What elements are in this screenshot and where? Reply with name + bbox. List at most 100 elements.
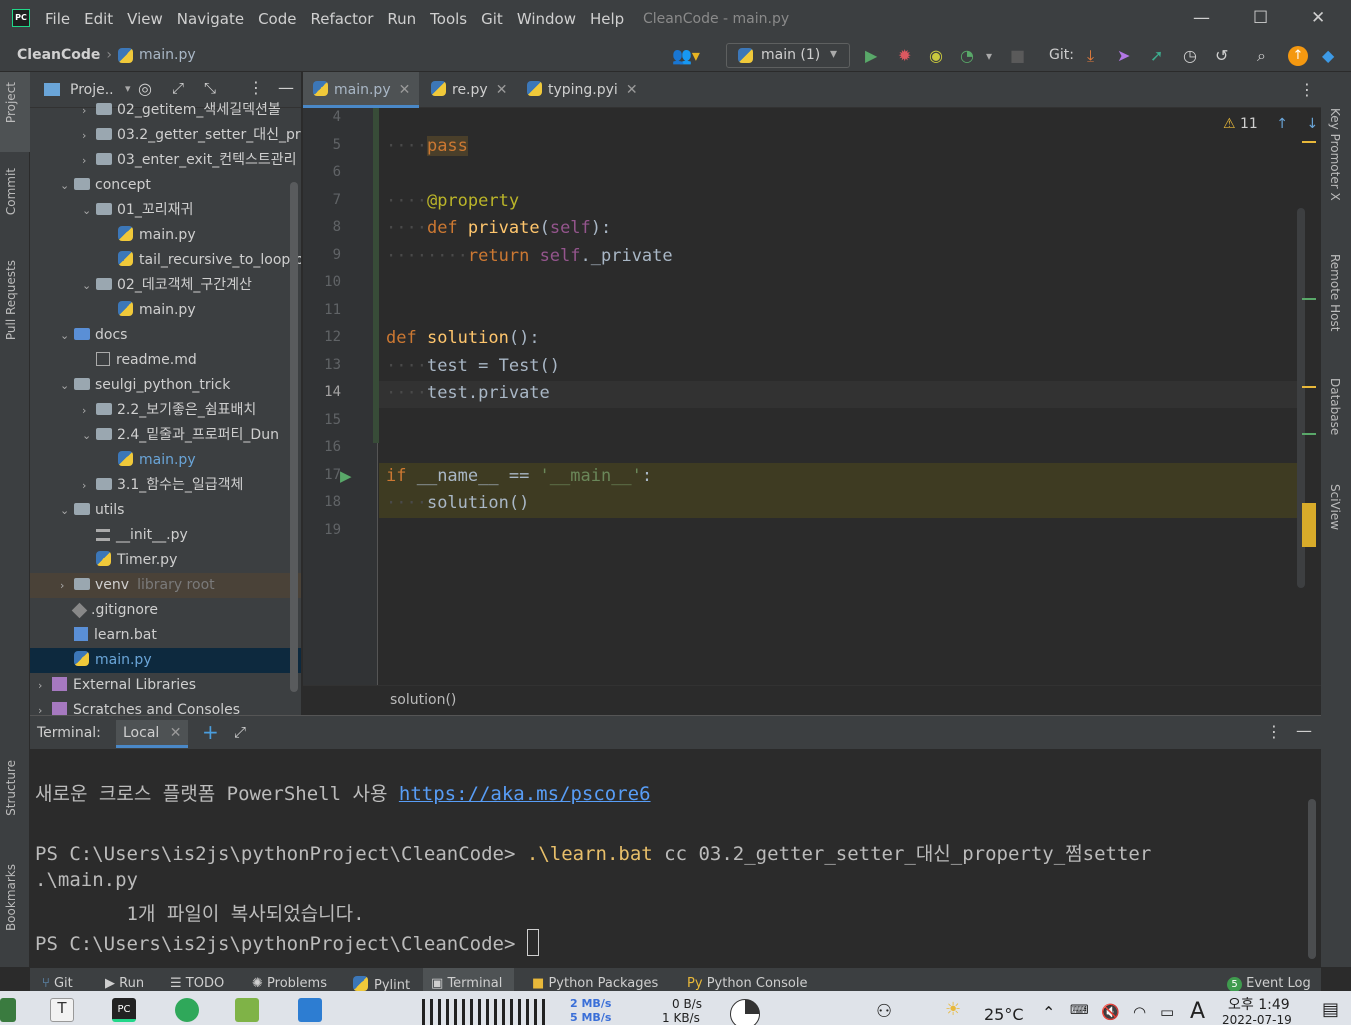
menu-refactor[interactable]: Refactor xyxy=(310,10,373,28)
close-tab-icon[interactable]: ✕ xyxy=(626,82,638,98)
terminal-scrollbar[interactable] xyxy=(1308,799,1316,959)
chevron-right-icon[interactable]: › xyxy=(38,698,52,715)
code-with-me-icon[interactable]: ◆ xyxy=(1322,46,1334,65)
menu-git[interactable]: Git xyxy=(481,10,503,28)
chevron-down-icon[interactable]: ⌄ xyxy=(82,273,96,298)
breadcrumb-project[interactable]: CleanCode xyxy=(17,47,100,63)
keyboard-icon[interactable]: ⌨ xyxy=(1070,1003,1089,1018)
breadcrumb-file[interactable]: main.py xyxy=(139,47,196,63)
user-icon[interactable]: 👥▾ xyxy=(672,46,700,65)
tool-run[interactable]: ▶ Run xyxy=(105,976,144,991)
menu-code[interactable]: Code xyxy=(258,10,296,28)
stop-icon[interactable]: ■ xyxy=(1010,46,1025,65)
profile-icon[interactable]: ◔ xyxy=(960,46,974,65)
git-history-icon[interactable]: ◷ xyxy=(1183,46,1197,65)
tool-event-log[interactable]: 5 Event Log xyxy=(1227,976,1311,992)
tree-item[interactable]: ⌄ concept xyxy=(30,173,301,198)
terminal-link[interactable]: https://aka.ms/pscore6 xyxy=(399,783,651,805)
menu-edit[interactable]: Edit xyxy=(84,10,113,28)
people-icon[interactable]: ⚇ xyxy=(876,1001,892,1022)
terminal-tab-local[interactable]: Local ✕ xyxy=(116,720,189,748)
terminal-output[interactable]: 새로운 크로스 플랫폼 PowerShell 사용 https://aka.ms… xyxy=(30,749,1321,967)
tool-terminal[interactable]: ▣ Terminal xyxy=(423,968,515,992)
tool-window-project[interactable]: Project xyxy=(4,82,18,123)
tool-window-structure[interactable]: Structure xyxy=(4,760,18,816)
ime-indicator[interactable]: A xyxy=(1190,999,1205,1024)
chevron-right-icon[interactable]: › xyxy=(82,398,96,423)
run-gutter-icon[interactable]: ▶ xyxy=(340,467,352,485)
project-scrollbar[interactable] xyxy=(290,182,298,692)
options-icon[interactable]: ⋮ xyxy=(248,78,264,97)
locate-file-icon[interactable]: ◎ xyxy=(138,79,152,98)
tree-item[interactable]: learn.bat xyxy=(30,623,301,648)
tool-problems[interactable]: ✺ Problems xyxy=(252,976,327,991)
close-tab-icon[interactable]: ✕ xyxy=(496,82,508,98)
tree-item[interactable]: __init__.py xyxy=(30,523,301,548)
terminal-options-icon[interactable]: ⋮ xyxy=(1266,722,1282,741)
menu-tools[interactable]: Tools xyxy=(430,10,467,28)
chevron-right-icon[interactable]: › xyxy=(82,123,96,148)
more-run-chevron-icon[interactable]: ▾ xyxy=(986,49,992,63)
chevron-down-icon[interactable]: ⌄ xyxy=(60,373,74,398)
chevron-right-icon[interactable]: › xyxy=(60,573,74,598)
tree-item[interactable]: Timer.py xyxy=(30,548,301,573)
minimize-icon[interactable]: — xyxy=(1193,8,1210,28)
tree-item[interactable]: ⌄ 02_데코객체_구간계산 xyxy=(30,273,301,298)
git-rollback-icon[interactable]: ↺ xyxy=(1215,46,1228,65)
menu-view[interactable]: View xyxy=(127,10,163,28)
chevron-down-icon[interactable]: ▾ xyxy=(125,82,131,95)
tree-item[interactable]: › 03.2_getter_setter_대신_pr xyxy=(30,123,301,148)
debug-icon[interactable]: ✹ xyxy=(898,46,911,65)
update-available-icon[interactable]: ↑ xyxy=(1288,46,1308,66)
tool-python-packages[interactable]: ■ Python Packages xyxy=(532,976,658,991)
chevron-down-icon[interactable]: ⌄ xyxy=(82,198,96,223)
chevron-down-icon[interactable]: ⌄ xyxy=(60,323,74,348)
chevron-down-icon[interactable]: ⌄ xyxy=(60,498,74,523)
tool-python-console[interactable]: Py Python Console xyxy=(687,976,808,991)
close-tab-icon[interactable]: ✕ xyxy=(170,725,182,741)
chevron-right-icon[interactable]: › xyxy=(82,98,96,123)
tab-options-icon[interactable]: ⋮ xyxy=(1299,80,1315,99)
tool-window-pull-requests[interactable]: Pull Requests xyxy=(4,260,18,340)
tree-item[interactable]: tail_recursive_to_loop.p xyxy=(30,248,301,273)
clock-time[interactable]: 오후 1:49 xyxy=(1228,994,1290,1014)
tool-git[interactable]: ⑂ Git xyxy=(42,976,73,991)
hide-panel-icon[interactable]: — xyxy=(278,78,294,97)
weather-temperature[interactable]: 25°C xyxy=(984,1005,1024,1024)
tree-item[interactable]: ⌄ docs xyxy=(30,323,301,348)
close-tab-icon[interactable]: ✕ xyxy=(399,82,411,98)
tree-item[interactable]: ⌄ 01_꼬리재귀 xyxy=(30,198,301,223)
tree-item[interactable]: › venv library root xyxy=(30,573,301,598)
tool-window-key-promoter[interactable]: Key Promoter X xyxy=(1328,108,1342,201)
tree-item[interactable]: main.py xyxy=(30,298,301,323)
tree-item[interactable]: main.py xyxy=(30,448,301,473)
notification-icon[interactable]: ▤ xyxy=(1322,999,1339,1020)
tree-item[interactable]: main.py xyxy=(30,648,301,673)
tool-window-remote-host[interactable]: Remote Host xyxy=(1328,254,1342,331)
tree-item[interactable]: › 03_enter_exit_컨텍스트관리 xyxy=(30,148,301,173)
chevron-right-icon[interactable]: › xyxy=(38,673,52,698)
tool-window-database[interactable]: Database xyxy=(1328,378,1342,435)
taskbar-app-icon[interactable] xyxy=(235,998,259,1022)
tree-item[interactable]: › Scratches and Consoles xyxy=(30,698,301,715)
tree-item[interactable]: › External Libraries xyxy=(30,673,301,698)
previous-highlight-icon[interactable]: ↑ xyxy=(1276,116,1288,132)
tree-item[interactable]: main.py xyxy=(30,223,301,248)
maximize-terminal-icon[interactable]: ⤢ xyxy=(234,723,246,741)
vscode-icon[interactable] xyxy=(298,998,322,1022)
menu-window[interactable]: Window xyxy=(517,10,576,28)
maximize-icon[interactable]: ☐ xyxy=(1253,8,1268,28)
git-commit-icon[interactable]: ➤ xyxy=(1117,46,1130,65)
tree-item[interactable]: ⌄ seulgi_python_trick xyxy=(30,373,301,398)
run-with-coverage-icon[interactable]: ◉ xyxy=(929,46,943,65)
wifi-icon[interactable]: ◠ xyxy=(1133,1003,1146,1021)
tree-item[interactable]: .gitignore xyxy=(30,598,301,623)
menu-file[interactable]: File xyxy=(45,10,70,28)
tree-item[interactable]: › 3.1_함수는_일급객체 xyxy=(30,473,301,498)
battery-icon[interactable]: ▭ xyxy=(1160,1003,1174,1021)
inspection-widget[interactable]: ⚠ 11 ↑ ↓ xyxy=(1223,116,1318,132)
close-icon[interactable]: ✕ xyxy=(1311,8,1325,28)
tree-item[interactable]: › 02_getitem_색세길덱션볼 xyxy=(30,98,301,123)
tree-item[interactable]: ⌄ utils xyxy=(30,498,301,523)
pycharm-taskbar-icon[interactable]: PC xyxy=(112,998,136,1022)
